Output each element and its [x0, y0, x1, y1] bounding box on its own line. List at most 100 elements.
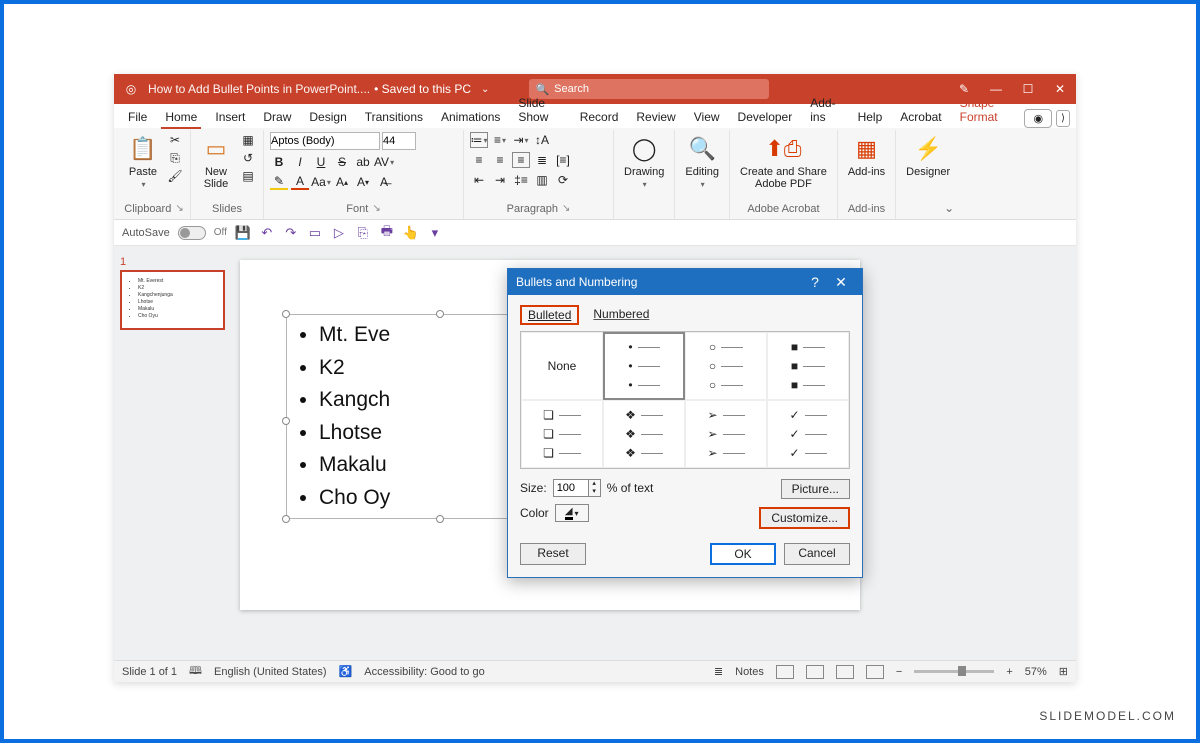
notes-button[interactable]: Notes [735, 666, 764, 678]
cancel-button[interactable]: Cancel [784, 543, 850, 565]
bullets-button[interactable]: ≔▾ [470, 132, 488, 148]
zoom-percent[interactable]: 57% [1025, 666, 1047, 678]
tab-insert[interactable]: Insert [207, 107, 253, 128]
font-color-button[interactable]: A [291, 174, 309, 190]
copy-button[interactable]: ⎘ [166, 150, 184, 166]
tab-file[interactable]: File [120, 107, 155, 128]
align-left-button[interactable]: ≡ [470, 152, 488, 168]
bullet-style-disc[interactable]: • • • [603, 332, 685, 400]
tab-acrobat[interactable]: Acrobat [892, 107, 949, 128]
list-level-button[interactable]: ⇥▾ [512, 132, 530, 148]
tab-bulleted[interactable]: Bulleted [520, 305, 579, 325]
qat-touch-button[interactable]: 👆 [403, 225, 419, 241]
increase-indent-button[interactable]: ⇥ [491, 172, 509, 188]
dialog-launcher-icon[interactable]: ↘ [372, 203, 380, 215]
bullet-style-check[interactable]: ✓ ✓ ✓ [767, 400, 849, 468]
qat-new-button[interactable]: ▭ [307, 225, 323, 241]
dialog-launcher-icon[interactable]: ↘ [562, 203, 570, 215]
zoom-in-button[interactable]: + [1006, 666, 1012, 678]
slide-thumbnail-1[interactable]: Mt. Everest K2 Kangchenjunga Lhotse Maka… [120, 270, 225, 330]
new-slide-button[interactable]: ▭ New Slide [197, 132, 235, 192]
qat-copy-button[interactable]: ⎘ [355, 225, 371, 241]
shrink-font-button[interactable]: A▾ [354, 174, 372, 190]
autosave-toggle[interactable] [178, 226, 206, 240]
fit-window-button[interactable]: ⊞ [1059, 665, 1068, 678]
tab-numbered[interactable]: Numbered [589, 305, 653, 325]
change-case-button[interactable]: Aa▾ [312, 174, 330, 190]
tab-addins[interactable]: Add-ins [802, 93, 847, 128]
save-button[interactable]: 💾 [235, 225, 251, 241]
format-painter-button[interactable]: 🖌 [166, 168, 184, 184]
font-size-select[interactable] [382, 132, 416, 150]
dialog-help-button[interactable]: ? [802, 269, 828, 295]
reading-view-button[interactable] [836, 665, 854, 679]
section-button[interactable]: ▤ [239, 168, 257, 184]
addins-button[interactable]: ▦Add-ins [844, 132, 889, 180]
italic-button[interactable]: I [291, 154, 309, 170]
align-right-button[interactable]: ≡ [512, 152, 530, 168]
drawing-button[interactable]: ◯Drawing▾ [620, 132, 668, 191]
slideshow-view-button[interactable] [866, 665, 884, 679]
bullet-style-arrow[interactable]: ➢ ➢ ➢ [685, 400, 767, 468]
columns-button[interactable]: ▥ [533, 172, 551, 188]
resize-handle[interactable] [282, 417, 290, 425]
designer-button[interactable]: ⚡Designer [902, 132, 954, 180]
bold-button[interactable]: B [270, 154, 288, 170]
resize-handle[interactable] [282, 310, 290, 318]
line-spacing-button[interactable]: ‡≡ [512, 172, 530, 188]
reset-button[interactable]: Reset [520, 543, 586, 565]
grow-font-button[interactable]: A▴ [333, 174, 351, 190]
resize-handle[interactable] [436, 515, 444, 523]
bullet-style-hollow-square[interactable]: ❏ ❏ ❏ [521, 400, 603, 468]
color-picker-button[interactable]: ◢▾ [555, 504, 589, 522]
tab-design[interactable]: Design [301, 107, 354, 128]
title-dropdown-icon[interactable]: ⌄ [481, 84, 489, 95]
tab-transitions[interactable]: Transitions [357, 107, 431, 128]
create-pdf-button[interactable]: ⬆⎙Create and Share Adobe PDF [736, 132, 831, 192]
bullet-style-none[interactable]: None [521, 332, 603, 400]
bullet-style-square[interactable]: ■ ■ ■ [767, 332, 849, 400]
tab-draw[interactable]: Draw [255, 107, 299, 128]
resize-handle[interactable] [436, 310, 444, 318]
normal-view-button[interactable] [776, 665, 794, 679]
zoom-slider[interactable] [914, 670, 994, 673]
tab-home[interactable]: Home [157, 107, 205, 128]
picture-button[interactable]: Picture... [781, 479, 850, 499]
slide-count[interactable]: Slide 1 of 1 [122, 666, 177, 678]
ribbon-collapse-icon[interactable]: ⌄ [944, 201, 954, 215]
tab-shape-format[interactable]: Shape Format [952, 93, 1023, 128]
tab-record[interactable]: Record [572, 107, 627, 128]
paste-button[interactable]: 📋 Paste▾ [124, 132, 162, 191]
tab-review[interactable]: Review [628, 107, 683, 128]
align-center-button[interactable]: ≡ [491, 152, 509, 168]
shadow-button[interactable]: ab [354, 154, 372, 170]
qat-more-button[interactable]: ▾ [427, 225, 443, 241]
smartart-button[interactable]: ⟳ [554, 172, 572, 188]
sorter-view-button[interactable] [806, 665, 824, 679]
font-name-select[interactable] [270, 132, 380, 150]
zoom-out-button[interactable]: − [896, 666, 902, 678]
dialog-launcher-icon[interactable]: ↘ [175, 203, 183, 215]
numbering-button[interactable]: ≡▾ [491, 132, 509, 148]
dialog-titlebar[interactable]: Bullets and Numbering ? ✕ [508, 269, 862, 295]
tab-view[interactable]: View [686, 107, 728, 128]
justify-button[interactable]: ≣ [533, 152, 551, 168]
bullet-style-circle[interactable]: ○ ○ ○ [685, 332, 767, 400]
text-direction-button[interactable]: ↕A [533, 132, 551, 148]
resize-handle[interactable] [282, 515, 290, 523]
tab-help[interactable]: Help [850, 107, 891, 128]
char-spacing-button[interactable]: AV▾ [375, 154, 393, 170]
tab-slideshow[interactable]: Slide Show [510, 93, 569, 128]
underline-button[interactable]: U [312, 154, 330, 170]
reset-button[interactable]: ↺ [239, 150, 257, 166]
dialog-close-button[interactable]: ✕ [828, 269, 854, 295]
editing-button[interactable]: 🔍Editing▾ [681, 132, 723, 191]
bullet-style-diamond[interactable]: ❖ ❖ ❖ [603, 400, 685, 468]
size-spinner[interactable]: ▴▾ [553, 479, 601, 497]
qat-print-button[interactable]: 🖶 [379, 225, 395, 241]
clear-format-button[interactable]: A̶ [375, 174, 393, 190]
highlight-button[interactable]: ✎ [270, 174, 288, 190]
language-status[interactable]: English (United States) [214, 666, 327, 678]
collapse-ribbon[interactable]: ⟩ [1056, 110, 1070, 127]
undo-button[interactable]: ↶ [259, 225, 275, 241]
